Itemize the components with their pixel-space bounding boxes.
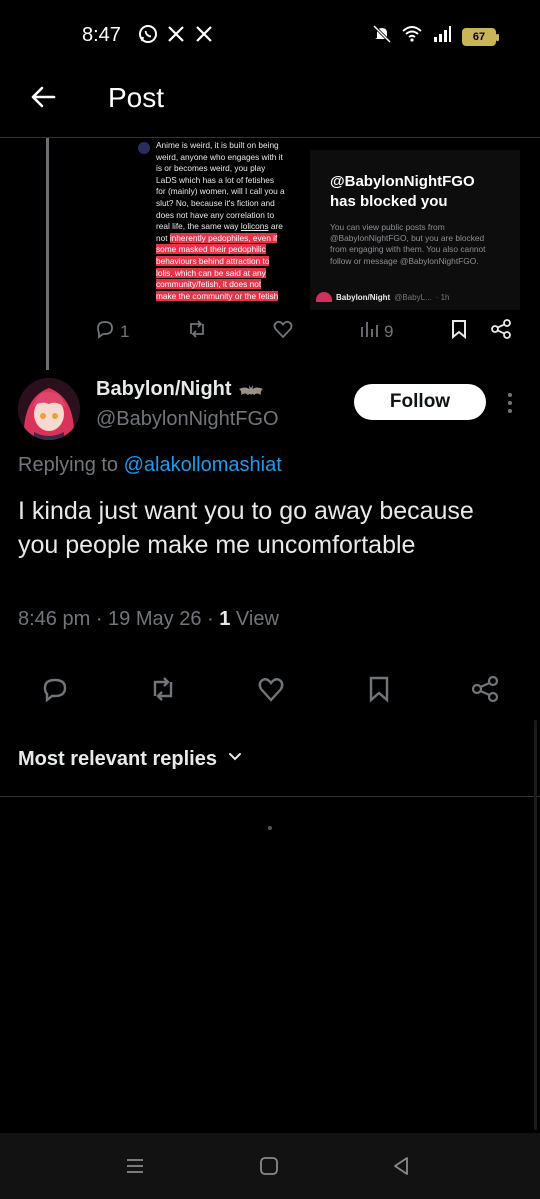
attached-image-text-screenshot[interactable]: Anime is weird, it is built on being wei… xyxy=(130,138,296,306)
views-count: 1 xyxy=(219,608,231,630)
post-text: I kinda just want you to go away because… xyxy=(18,497,474,559)
divider xyxy=(0,796,540,797)
reply-button[interactable]: 1 xyxy=(94,318,129,345)
follow-button[interactable]: Follow xyxy=(354,384,486,420)
reply-icon[interactable] xyxy=(40,674,70,704)
post-date: 19 May 26 xyxy=(108,608,202,630)
reply-icon xyxy=(94,318,116,345)
share-icon[interactable] xyxy=(470,674,500,704)
status-bar: 8:47 67 xyxy=(0,0,540,70)
post-meta: 8:46 pm · 19 May 26 · 1 View xyxy=(18,608,279,630)
x-icon xyxy=(166,24,186,49)
replying-to: Replying to @alakollomashiat xyxy=(18,454,282,476)
back-icon[interactable] xyxy=(390,1155,412,1177)
status-time: 8:47 xyxy=(82,24,121,46)
more-options-icon[interactable] xyxy=(502,390,518,416)
page-title: Post xyxy=(108,82,165,113)
x-icon xyxy=(194,24,214,49)
bar-chart-icon xyxy=(358,318,380,345)
views-button[interactable]: 9 xyxy=(358,318,393,345)
repost-icon[interactable] xyxy=(148,674,178,704)
scrollbar[interactable] xyxy=(534,720,537,1130)
screenshot-text: Anime is weird, it is built on being wei… xyxy=(130,138,296,302)
arrow-left-icon[interactable] xyxy=(28,82,58,112)
author-name[interactable]: Babylon/Night xyxy=(96,378,264,401)
bat-emoji-icon xyxy=(238,382,264,398)
battery-icon: 67 xyxy=(462,27,499,46)
wifi-icon xyxy=(402,24,422,49)
signal-icon xyxy=(432,24,452,49)
attached-image-blocked-screenshot[interactable]: @BabylonNightFGO has blocked you You can… xyxy=(310,150,520,310)
replying-to-link[interactable]: @alakollomashiat xyxy=(124,454,282,476)
replies-sort-label: Most relevant replies xyxy=(18,748,217,770)
author-handle[interactable]: @BabylonNightFGO xyxy=(96,408,279,431)
share-icon xyxy=(490,318,512,345)
home-icon[interactable] xyxy=(258,1155,280,1177)
recents-icon[interactable] xyxy=(124,1155,146,1177)
bookmark-icon xyxy=(448,318,470,345)
post-actions xyxy=(0,674,540,706)
bookmark-button[interactable] xyxy=(448,318,470,345)
replies-sort-dropdown[interactable]: Most relevant replies xyxy=(18,748,243,771)
like-button[interactable] xyxy=(272,318,294,345)
repost-button[interactable] xyxy=(186,318,208,345)
heart-icon xyxy=(272,318,294,345)
reply-count: 1 xyxy=(120,321,130,341)
notification-icons xyxy=(138,24,214,49)
avatar[interactable] xyxy=(18,378,80,440)
share-button[interactable] xyxy=(490,318,512,345)
mute-icon xyxy=(372,24,392,49)
loading-indicator xyxy=(268,826,272,830)
views-label: View xyxy=(230,608,279,630)
blocked-title: @BabylonNightFGO has blocked you xyxy=(330,173,475,210)
repost-icon xyxy=(186,318,208,345)
heart-icon[interactable] xyxy=(256,674,286,704)
bookmark-icon[interactable] xyxy=(364,674,394,704)
mini-avatar xyxy=(316,292,332,302)
quoted-post-actions: 1 9 xyxy=(0,318,540,348)
blocked-footer: Babylon/Night @BabyL... · 1h xyxy=(316,292,450,302)
blocked-body: You can view public posts from @BabylonN… xyxy=(330,222,486,266)
chevron-down-icon xyxy=(227,748,243,771)
post-time: 8:46 pm xyxy=(18,608,91,630)
views-count: 9 xyxy=(384,321,394,341)
system-icons: 67 xyxy=(372,24,499,49)
whatsapp-icon xyxy=(138,24,158,49)
screenshot-avatar-icon xyxy=(138,142,150,154)
top-app-bar: Post xyxy=(0,70,540,138)
system-nav-bar xyxy=(0,1133,540,1199)
